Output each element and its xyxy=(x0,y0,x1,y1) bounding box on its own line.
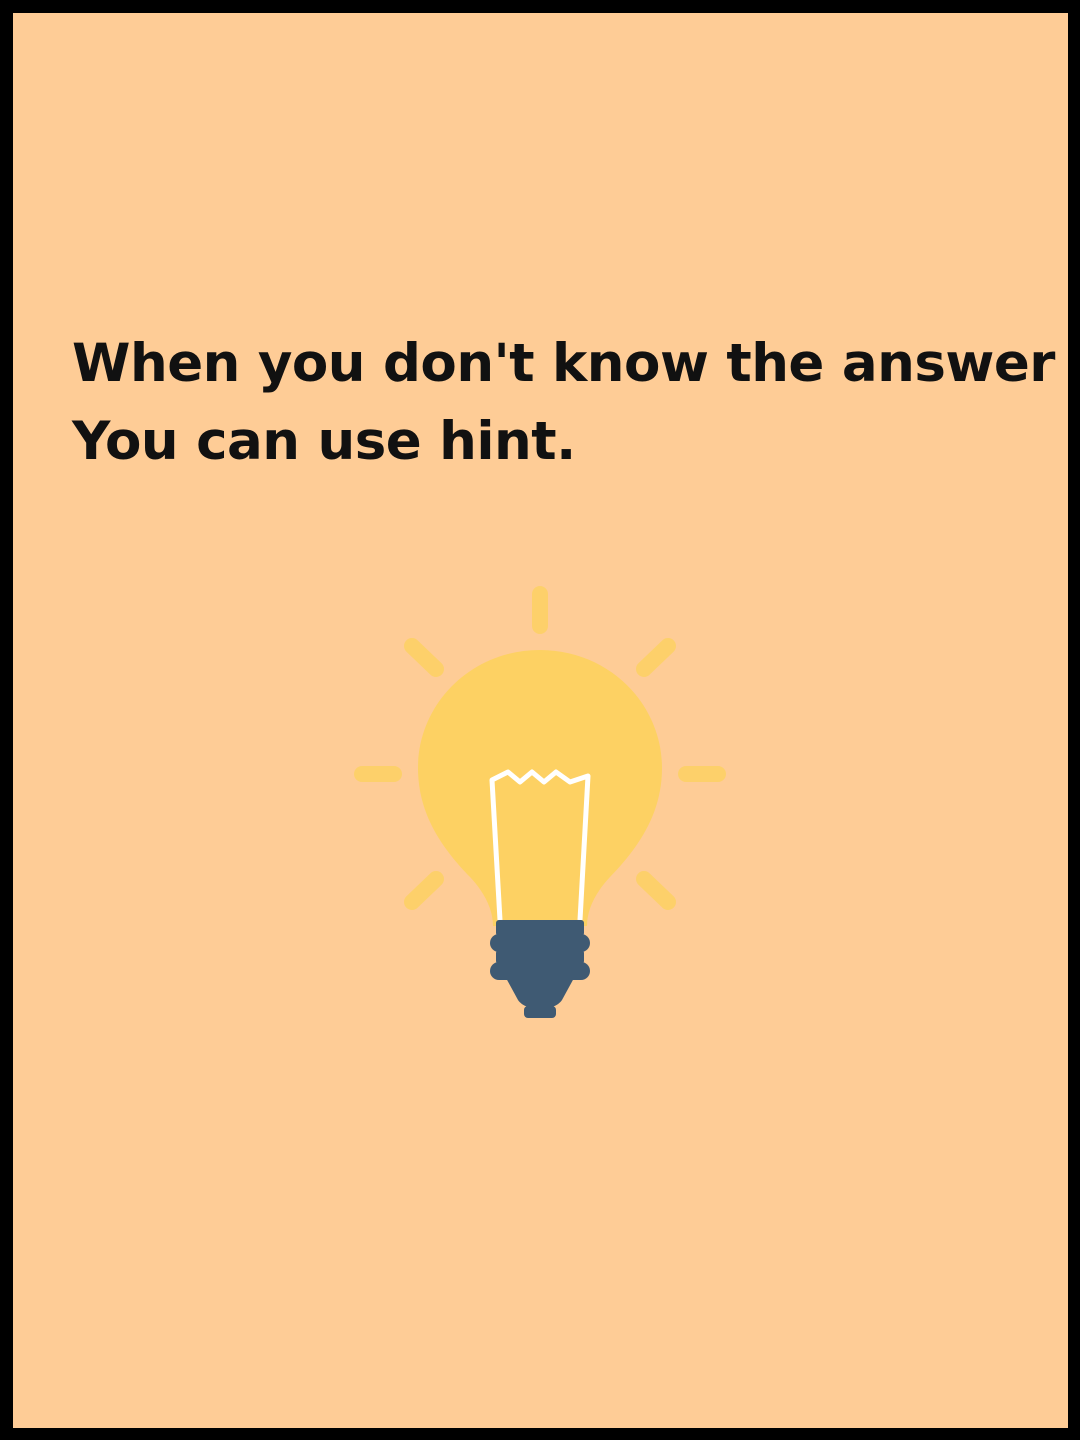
ray-top-left xyxy=(404,638,444,677)
bulb-glass xyxy=(418,650,662,926)
hint-tutorial-message: When you don't know the answer You can u… xyxy=(72,325,1055,481)
bulb-base xyxy=(490,920,590,1018)
ray-bottom-left xyxy=(404,871,444,910)
message-line-2: You can use hint. xyxy=(72,411,576,472)
lightbulb-icon xyxy=(340,568,740,1028)
message-line-1: When you don't know the answer xyxy=(72,333,1055,394)
ray-bottom-right xyxy=(636,871,676,910)
tutorial-screen: When you don't know the answer You can u… xyxy=(13,13,1068,1428)
ray-top-right xyxy=(636,638,676,677)
